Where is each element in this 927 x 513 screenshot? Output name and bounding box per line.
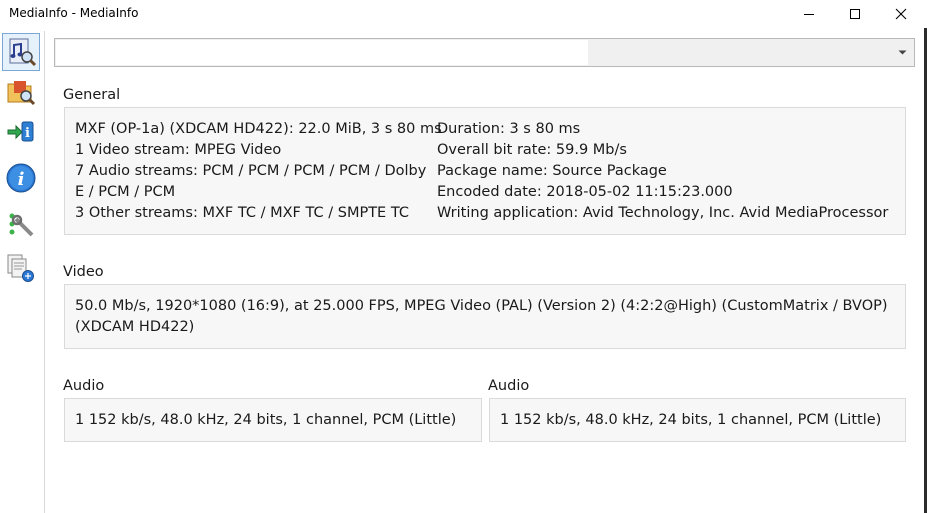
export-icon: i: [7, 121, 34, 142]
audio-line: 1 152 kb/s, 48.0 kHz, 24 bits, 1 channel…: [500, 412, 882, 428]
audio-section-title: Audio: [488, 378, 530, 394]
general-info-box: MXF (OP-1a) (XDCAM HD422): 22.0 MiB, 3 s…: [64, 107, 906, 235]
title-bar: MediaInfo - MediaInfo: [0, 0, 927, 28]
general-right-line: Writing application: Avid Technology, In…: [437, 205, 889, 221]
export-button[interactable]: i: [2, 113, 40, 151]
general-right-line: Package name: Source Package: [437, 163, 667, 179]
video-section-title: Video: [63, 264, 104, 280]
svg-text:i: i: [18, 169, 25, 190]
open-folder-icon: [7, 81, 36, 106]
sheet-view-button[interactable]: [2, 249, 40, 287]
sheet-view-icon: [7, 254, 34, 282]
chevron-down-icon: [898, 50, 907, 55]
general-right-line: Encoded date: 2018-05-02 11:15:23.000: [437, 184, 733, 200]
open-folder-button[interactable]: [2, 73, 40, 111]
open-file-icon: [9, 38, 37, 67]
general-left-line: E / PCM / PCM: [75, 184, 176, 200]
general-left-line: 1 Video stream: MPEG Video: [75, 142, 282, 158]
open-file-button[interactable]: [2, 33, 40, 71]
general-right-line: Overall bit rate: 59.9 Mb/s: [437, 142, 627, 158]
minimize-button[interactable]: [786, 0, 832, 28]
side-toolbar: i i: [0, 31, 45, 513]
info-icon: i: [6, 163, 36, 193]
general-right-line: Duration: 3 s 80 ms: [437, 121, 581, 137]
audio-section-title: Audio: [63, 378, 105, 394]
audio-info-box: 1 152 kb/s, 48.0 kHz, 24 bits, 1 channel…: [489, 398, 906, 442]
svg-text:i: i: [25, 126, 30, 141]
general-left-line: 7 Audio streams: PCM / PCM / PCM / PCM /…: [75, 163, 427, 179]
video-line: 50.0 Mb/s, 1920*1080 (16:9), at 25.000 F…: [75, 298, 888, 314]
general-left-line: 3 Other streams: MXF TC / MXF TC / SMPTE…: [75, 205, 409, 221]
general-left-line: MXF (OP-1a) (XDCAM HD422): 22.0 MiB, 3 s…: [75, 121, 442, 137]
window-title: MediaInfo - MediaInfo: [9, 6, 139, 20]
video-info-box: 50.0 Mb/s, 1920*1080 (16:9), at 25.000 F…: [64, 284, 906, 349]
info-button[interactable]: i: [2, 159, 40, 197]
video-line: (XDCAM HD422): [75, 319, 195, 335]
preferences-icon: [9, 213, 34, 237]
general-section-title: General: [63, 87, 121, 103]
maximize-button[interactable]: [832, 0, 878, 28]
minimize-icon: [804, 14, 814, 15]
file-select-dropdown[interactable]: [54, 38, 915, 67]
audio-line: 1 152 kb/s, 48.0 kHz, 24 bits, 1 channel…: [75, 412, 457, 428]
maximize-icon: [850, 9, 860, 19]
file-select-value: [56, 40, 588, 65]
mediainfo-window: MediaInfo - MediaInfo i i General MXF (O…: [0, 0, 927, 513]
audio-info-box: 1 152 kb/s, 48.0 kHz, 24 bits, 1 channel…: [64, 398, 482, 442]
preferences-button[interactable]: [2, 205, 40, 243]
close-icon: [895, 8, 907, 20]
close-button[interactable]: [878, 0, 924, 28]
